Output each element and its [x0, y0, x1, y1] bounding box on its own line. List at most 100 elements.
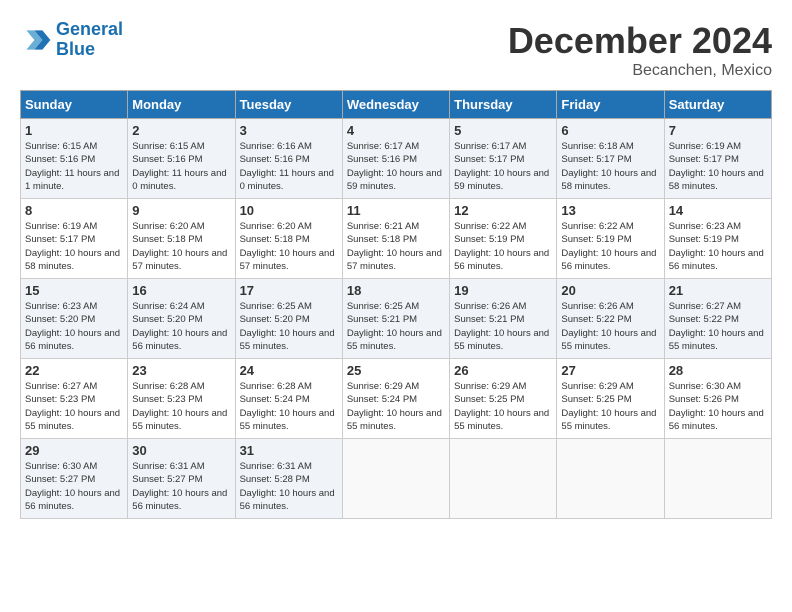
- calendar-table: SundayMondayTuesdayWednesdayThursdayFrid…: [20, 90, 772, 519]
- day-info: Sunrise: 6:23 AM Sunset: 5:20 PM Dayligh…: [25, 300, 123, 353]
- calendar-cell: [450, 439, 557, 519]
- day-info: Sunrise: 6:25 AM Sunset: 5:21 PM Dayligh…: [347, 300, 445, 353]
- day-info: Sunrise: 6:15 AM Sunset: 5:16 PM Dayligh…: [132, 140, 230, 193]
- calendar-week-row: 22 Sunrise: 6:27 AM Sunset: 5:23 PM Dayli…: [21, 359, 772, 439]
- day-info: Sunrise: 6:22 AM Sunset: 5:19 PM Dayligh…: [454, 220, 552, 273]
- day-number: 5: [454, 123, 552, 138]
- day-number: 27: [561, 363, 659, 378]
- day-number: 20: [561, 283, 659, 298]
- calendar-cell: 25Sunrise: 6:29 AM Sunset: 5:24 PM Dayli…: [342, 359, 449, 439]
- calendar-cell: 12 Sunrise: 6:22 AM Sunset: 5:19 PM Dayli…: [450, 199, 557, 279]
- day-info: Sunrise: 6:27 AM Sunset: 5:23 PM Dayligh…: [25, 380, 123, 433]
- header-sunday: Sunday: [21, 91, 128, 119]
- calendar-cell: 22 Sunrise: 6:27 AM Sunset: 5:23 PM Dayli…: [21, 359, 128, 439]
- day-info: Sunrise: 6:25 AM Sunset: 5:20 PM Dayligh…: [240, 300, 338, 353]
- day-info: Sunrise: 6:31 AM Sunset: 5:27 PM Dayligh…: [132, 460, 230, 513]
- day-number: 26: [454, 363, 552, 378]
- calendar-cell: 20 Sunrise: 6:26 AM Sunset: 5:22 PM Dayli…: [557, 279, 664, 359]
- day-number: 8: [25, 203, 123, 218]
- day-info: Sunrise: 6:21 AM Sunset: 5:18 PM Dayligh…: [347, 220, 445, 273]
- calendar-cell: 19Sunrise: 6:26 AM Sunset: 5:21 PM Dayli…: [450, 279, 557, 359]
- calendar-week-row: 1 Sunrise: 6:15 AM Sunset: 5:16 PM Daylig…: [21, 119, 772, 199]
- day-number: 29: [25, 443, 123, 458]
- logo-icon: [20, 24, 52, 56]
- day-number: 15: [25, 283, 123, 298]
- calendar-cell: [557, 439, 664, 519]
- day-info: Sunrise: 6:15 AM Sunset: 5:16 PM Dayligh…: [25, 140, 123, 193]
- calendar-cell: 18 Sunrise: 6:25 AM Sunset: 5:21 PM Dayli…: [342, 279, 449, 359]
- header-saturday: Saturday: [664, 91, 771, 119]
- day-info: Sunrise: 6:26 AM Sunset: 5:22 PM Dayligh…: [561, 300, 659, 353]
- day-number: 22: [25, 363, 123, 378]
- calendar-cell: 4Sunrise: 6:17 AM Sunset: 5:16 PM Daylig…: [342, 119, 449, 199]
- day-info: Sunrise: 6:20 AM Sunset: 5:18 PM Dayligh…: [240, 220, 338, 273]
- logo-text: General Blue: [56, 20, 123, 60]
- calendar-cell: 17 Sunrise: 6:25 AM Sunset: 5:20 PM Dayli…: [235, 279, 342, 359]
- calendar-cell: 13 Sunrise: 6:22 AM Sunset: 5:19 PM Dayli…: [557, 199, 664, 279]
- location-title: Becanchen, Mexico: [508, 62, 772, 80]
- day-number: 11: [347, 203, 445, 218]
- calendar-cell: 23 Sunrise: 6:28 AM Sunset: 5:23 PM Dayli…: [128, 359, 235, 439]
- day-number: 7: [669, 123, 767, 138]
- day-number: 10: [240, 203, 338, 218]
- day-number: 13: [561, 203, 659, 218]
- header-tuesday: Tuesday: [235, 91, 342, 119]
- day-info: Sunrise: 6:30 AM Sunset: 5:26 PM Dayligh…: [669, 380, 767, 433]
- header-thursday: Thursday: [450, 91, 557, 119]
- day-number: 25: [347, 363, 445, 378]
- day-number: 19: [454, 283, 552, 298]
- calendar-cell: 27Sunrise: 6:29 AM Sunset: 5:25 PM Dayli…: [557, 359, 664, 439]
- day-info: Sunrise: 6:28 AM Sunset: 5:24 PM Dayligh…: [240, 380, 338, 433]
- calendar-cell: [664, 439, 771, 519]
- day-info: Sunrise: 6:27 AM Sunset: 5:22 PM Dayligh…: [669, 300, 767, 353]
- calendar-cell: 10 Sunrise: 6:20 AM Sunset: 5:18 PM Dayli…: [235, 199, 342, 279]
- day-number: 2: [132, 123, 230, 138]
- day-info: Sunrise: 6:31 AM Sunset: 5:28 PM Dayligh…: [240, 460, 338, 513]
- day-number: 24: [240, 363, 338, 378]
- calendar-cell: 11 Sunrise: 6:21 AM Sunset: 5:18 PM Dayli…: [342, 199, 449, 279]
- calendar-cell: 6Sunrise: 6:18 AM Sunset: 5:17 PM Daylig…: [557, 119, 664, 199]
- calendar-cell: 8 Sunrise: 6:19 AM Sunset: 5:17 PM Daylig…: [21, 199, 128, 279]
- calendar-cell: 26Sunrise: 6:29 AM Sunset: 5:25 PM Dayli…: [450, 359, 557, 439]
- day-number: 16: [132, 283, 230, 298]
- logo-line2: Blue: [56, 39, 95, 59]
- calendar-cell: 29 Sunrise: 6:30 AM Sunset: 5:27 PM Dayli…: [21, 439, 128, 519]
- logo: General Blue: [20, 20, 123, 60]
- day-info: Sunrise: 6:19 AM Sunset: 5:17 PM Dayligh…: [25, 220, 123, 273]
- day-info: Sunrise: 6:28 AM Sunset: 5:23 PM Dayligh…: [132, 380, 230, 433]
- day-number: 1: [25, 123, 123, 138]
- calendar-cell: 2 Sunrise: 6:15 AM Sunset: 5:16 PM Daylig…: [128, 119, 235, 199]
- day-number: 18: [347, 283, 445, 298]
- calendar-cell: 1 Sunrise: 6:15 AM Sunset: 5:16 PM Daylig…: [21, 119, 128, 199]
- header-monday: Monday: [128, 91, 235, 119]
- calendar-cell: 16Sunrise: 6:24 AM Sunset: 5:20 PM Dayli…: [128, 279, 235, 359]
- day-number: 30: [132, 443, 230, 458]
- calendar-header-row: SundayMondayTuesdayWednesdayThursdayFrid…: [21, 91, 772, 119]
- calendar-cell: 15 Sunrise: 6:23 AM Sunset: 5:20 PM Dayli…: [21, 279, 128, 359]
- calendar-cell: 5 Sunrise: 6:17 AM Sunset: 5:17 PM Daylig…: [450, 119, 557, 199]
- day-number: 14: [669, 203, 767, 218]
- calendar-cell: 7Sunrise: 6:19 AM Sunset: 5:17 PM Daylig…: [664, 119, 771, 199]
- calendar-cell: [342, 439, 449, 519]
- month-title: December 2024: [508, 20, 772, 62]
- day-number: 4: [347, 123, 445, 138]
- day-info: Sunrise: 6:23 AM Sunset: 5:19 PM Dayligh…: [669, 220, 767, 273]
- day-info: Sunrise: 6:16 AM Sunset: 5:16 PM Dayligh…: [240, 140, 338, 193]
- day-number: 23: [132, 363, 230, 378]
- day-number: 17: [240, 283, 338, 298]
- calendar-week-row: 29 Sunrise: 6:30 AM Sunset: 5:27 PM Dayli…: [21, 439, 772, 519]
- day-number: 31: [240, 443, 338, 458]
- logo-line1: General: [56, 19, 123, 39]
- day-number: 9: [132, 203, 230, 218]
- calendar-cell: 30 Sunrise: 6:31 AM Sunset: 5:27 PM Dayli…: [128, 439, 235, 519]
- page-header: General Blue December 2024 Becanchen, Me…: [20, 20, 772, 80]
- day-info: Sunrise: 6:30 AM Sunset: 5:27 PM Dayligh…: [25, 460, 123, 513]
- calendar-cell: 14 Sunrise: 6:23 AM Sunset: 5:19 PM Dayli…: [664, 199, 771, 279]
- day-number: 3: [240, 123, 338, 138]
- day-info: Sunrise: 6:18 AM Sunset: 5:17 PM Dayligh…: [561, 140, 659, 193]
- day-number: 12: [454, 203, 552, 218]
- day-number: 21: [669, 283, 767, 298]
- calendar-cell: 21 Sunrise: 6:27 AM Sunset: 5:22 PM Dayli…: [664, 279, 771, 359]
- day-info: Sunrise: 6:17 AM Sunset: 5:17 PM Dayligh…: [454, 140, 552, 193]
- day-info: Sunrise: 6:22 AM Sunset: 5:19 PM Dayligh…: [561, 220, 659, 273]
